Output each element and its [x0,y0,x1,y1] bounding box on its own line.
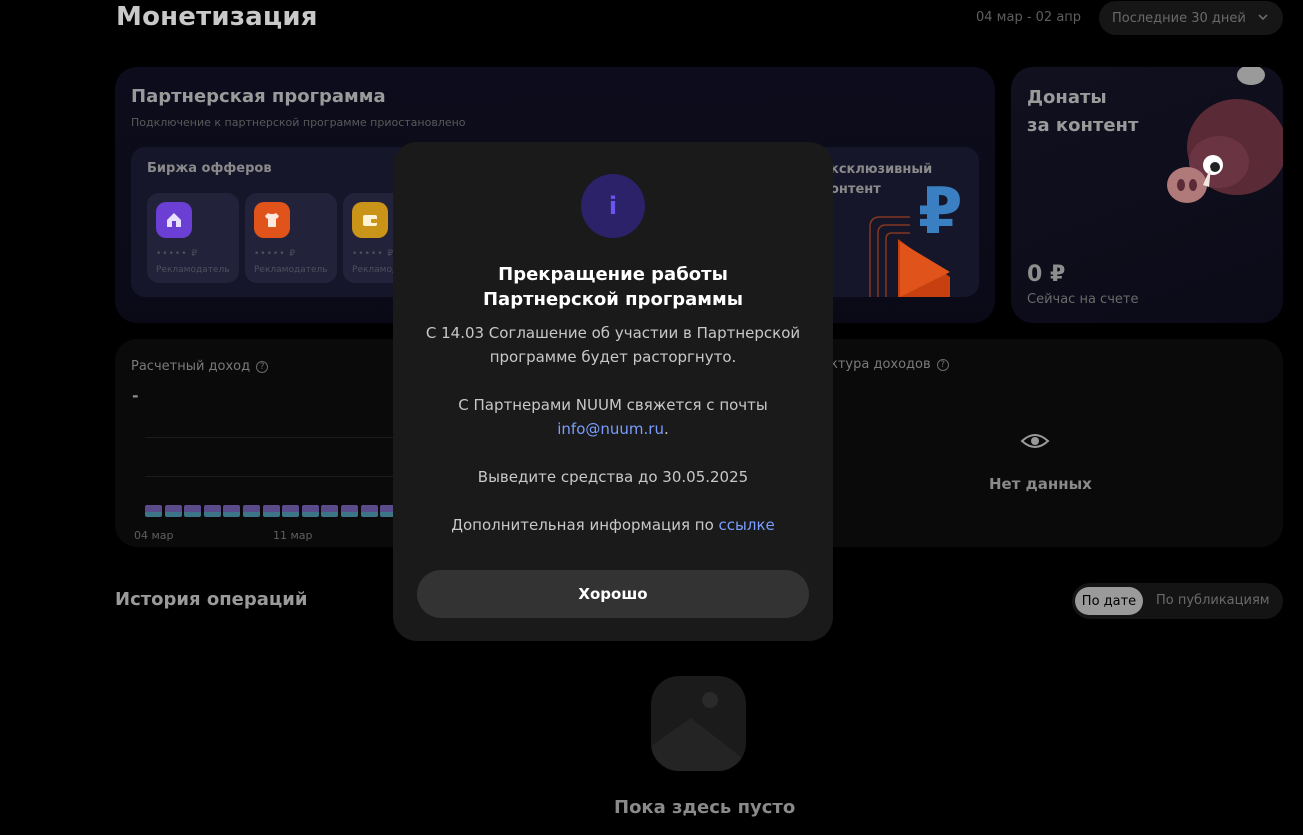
modal-title-line-1: Прекращение работы [498,264,728,285]
chart-bar [184,505,202,517]
modal-paragraph-more-info: Дополнительная информация по ссылке [403,513,823,537]
estimated-income-label: Расчетный доход ? [131,359,269,374]
modal-p1-line-1: С 14.03 Соглашение об участии в Партнерс… [425,324,801,342]
donations-title: Донаты за контент [1027,84,1138,140]
modal-p2-dot: . [663,420,669,438]
sort-by-publication-button[interactable]: По публикациям [1156,593,1270,608]
no-data-text: Нет данных [989,475,1092,493]
partner-program-title: Партнерская программа [131,86,386,107]
help-icon[interactable]: ? [936,358,949,371]
chart-bar [203,505,221,517]
donations-subtitle: Сейчас на счете [1027,292,1139,307]
chevron-down-icon [1258,14,1268,21]
period-select-value: Последние 30 дней [1112,10,1246,26]
grid-line [145,437,395,438]
offer-price: ••••• ₽ [156,249,199,259]
date-range: 04 мар - 02 апр [976,10,1082,25]
offer-role: Рекламод [352,265,399,275]
sort-by-date-button[interactable]: По дате [1075,587,1143,615]
offers-exchange-title: Биржа офферов [147,161,272,176]
modal-paragraph-withdraw: Выведите средства до 30.05.2025 [477,468,749,486]
modal-paragraph-termination: С 14.03 Соглашение об участии в Партнерс… [403,321,823,369]
exclusive-line-1: ксклюзивный [830,162,933,177]
offer-price: ••••• ₽ [254,249,297,259]
x-tick-label: 11 мар [273,529,313,542]
house-icon [156,202,192,238]
modal-title-line-2: Партнерской программы [482,289,743,310]
chart-bar [360,505,378,517]
ok-button[interactable]: Хорошо [417,570,809,618]
image-placeholder-icon [651,676,746,771]
chart-bar [243,505,260,517]
partner-program-subtitle: Подключение к партнерской программе прио… [131,116,466,129]
chart-bar [301,505,319,517]
donations-amount: 0 ₽ [1027,262,1066,287]
period-select[interactable]: Последние 30 дней [1099,1,1283,35]
exclusive-content-title: ксклюзивный онтент [830,160,932,200]
chart-bar [164,505,182,517]
income-structure-label-text: ктура доходов [830,357,931,372]
contact-email-link[interactable]: info@nuum.ru [557,420,664,438]
exclusive-line-2: онтент [830,182,881,197]
chart-bar [341,505,358,517]
eye-icon [1020,434,1050,448]
wallet-icon [352,202,388,238]
offer-card[interactable]: ••••• ₽ Рекламодатель [245,193,337,283]
chart-bar [262,505,280,517]
estimated-income-value: - [132,386,139,405]
offer-role: Рекламодатель [254,265,328,275]
offer-card[interactable]: ••••• ₽ Рекламодатель [147,193,239,283]
chart-bar [321,505,339,517]
estimated-income-label-text: Расчетный доход [131,359,251,374]
tshirt-icon [254,202,290,238]
modal-p4-text: Дополнительная информация по [451,516,719,534]
grid-line [145,476,395,477]
offer-role: Рекламодатель [156,265,230,275]
more-info-link[interactable]: ссылке [719,516,775,534]
donations-title-line-2: за контент [1027,115,1139,136]
income-structure-label: ктура доходов ? [830,357,949,372]
boar-mascot-icon [1167,67,1283,203]
modal-paragraph-contact: С Партнерами NUUM свяжется с почты info@… [403,393,823,441]
chart-bar [282,505,300,517]
history-title: История операций [115,589,308,610]
empty-state-text: Пока здесь пусто [614,797,796,818]
offer-price: ••••• ₽ [352,249,395,259]
modal-p2-line-1: С Партнерами NUUM свяжется с почты [458,396,768,414]
modal-p1-line-2: программе будет расторгнуто. [489,348,737,366]
info-icon: i [581,174,645,238]
chart-bar [145,505,162,517]
donations-title-line-1: Донаты [1027,87,1107,108]
chart-bar [223,505,241,517]
help-icon[interactable]: ? [256,360,269,373]
page-title: Монетизация [116,2,318,32]
x-tick-label: 04 мар [134,529,174,542]
modal-title: Прекращение работы Партнерской программы [393,262,833,312]
